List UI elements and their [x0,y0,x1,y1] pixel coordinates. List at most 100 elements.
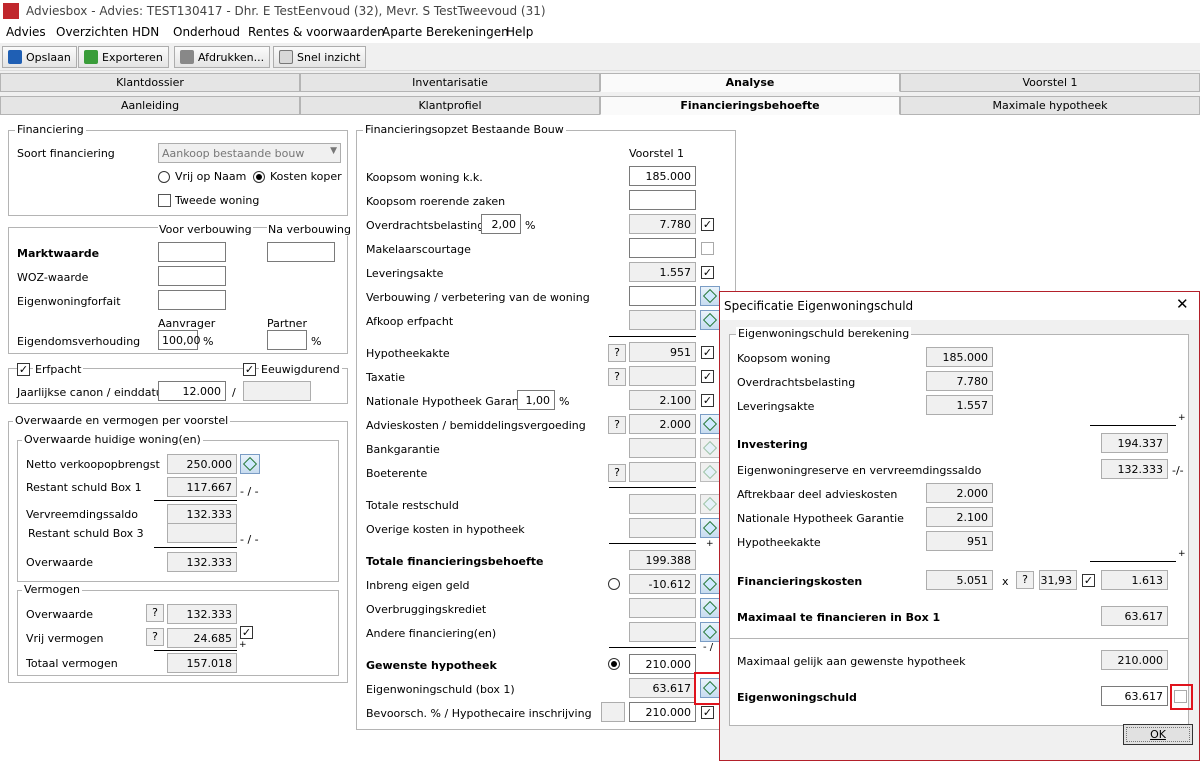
bankgarantie-value [629,438,696,458]
eigen-geld-radio[interactable] [608,578,620,590]
overdracht-checkbox[interactable]: ✓ [701,218,714,231]
fk-value: 5.051 [926,570,993,590]
overdracht-value: 7.780 [926,371,993,391]
vrij-op-naam-radio[interactable] [158,171,170,183]
nhg-pct-input[interactable]: 1,00 [517,390,555,410]
edit-netto-button[interactable] [240,454,260,474]
fk-checkbox[interactable]: ✓ [1082,574,1095,587]
edit-andere-financiering-button[interactable] [700,622,720,642]
help-button[interactable]: ? [608,368,626,386]
makelaar-input[interactable] [629,238,696,258]
leveringsakte-checkbox[interactable]: ✓ [701,266,714,279]
menu-rentes[interactable]: Rentes & voorwaarden [248,25,385,39]
tab-maximale-hypotheek[interactable]: Maximale hypotheek [900,96,1200,115]
menu-aparte-berekeningen[interactable]: Aparte Berekeningen [382,25,509,39]
save-button[interactable]: Opslaan [2,46,77,68]
eeuwigdurend-checkbox[interactable]: ✓ [243,363,256,376]
highlight-checkbox [1170,684,1193,710]
opzet-row-label: Overdrachtsbelasting [366,219,485,232]
edit-erfpacht-button[interactable] [700,310,720,330]
close-icon[interactable]: ✕ [1176,295,1189,313]
edit-boeterente-button[interactable] [700,462,720,482]
waarde-group: Voor verbouwing Na verbouwing Marktwaard… [8,223,352,354]
restant1-label: Restant schuld Box 1 [26,481,142,494]
menu-overzichten[interactable]: Overzichten [56,25,128,39]
divider [609,647,696,648]
opzet-row-label: Totale restschuld [366,499,459,512]
koopsom-woning-input[interactable]: 185.000 [629,166,696,186]
edit-verbouwing-button[interactable] [700,286,720,306]
edit-restschuld-button[interactable] [700,494,720,514]
vermogen-group: Vermogen Overwaarde ? 132.333 Vrij vermo… [17,583,339,676]
overdracht-pct-input[interactable]: 2,00 [481,214,521,234]
divider [154,500,237,501]
help-button[interactable]: ? [146,604,164,622]
tab-aanleiding[interactable]: Aanleiding [0,96,300,115]
ews-input[interactable]: 63.617 [1101,686,1168,706]
nhg-value: 2.100 [926,507,993,527]
makelaar-checkbox[interactable] [701,242,714,255]
inschrijving-checkbox[interactable]: ✓ [701,706,714,719]
pct-label: % [559,395,570,408]
gewenste-hypotheek-input[interactable]: 210.000 [629,654,696,674]
vervreemding-value: 132.333 [167,504,237,524]
minus-sign: - / - [240,485,259,498]
gewenste-hypotheek-radio[interactable] [608,658,620,670]
edit-icon [702,520,718,536]
taxatie-checkbox[interactable]: ✓ [701,370,714,383]
toolbar: Opslaan Exporteren Afdrukken... Snel inz… [0,43,1200,71]
hypothecaire-inschrijving-input[interactable]: 210.000 [629,702,696,722]
hypotheekakte-checkbox[interactable]: ✓ [701,346,714,359]
marktwaarde-voor-input[interactable] [158,242,226,262]
menu-onderhoud[interactable]: Onderhoud [173,25,240,39]
eigenwoningforfait-input[interactable] [158,290,226,310]
tab-klantdossier[interactable]: Klantdossier [0,73,300,92]
einddatum-input[interactable] [243,381,311,401]
menu-hdn[interactable]: HDN [132,25,159,39]
nhg-checkbox[interactable]: ✓ [701,394,714,407]
kosten-koper-radio[interactable] [253,171,265,183]
edit-advieskosten-button[interactable] [700,414,720,434]
koopsom-roerende-input[interactable] [629,190,696,210]
marktwaarde-na-input[interactable] [267,242,335,262]
tab-klantprofiel[interactable]: Klantprofiel [300,96,600,115]
vrij-vermogen-checkbox[interactable]: ✓ [240,626,253,639]
tab-inventarisatie[interactable]: Inventarisatie [300,73,600,92]
overwaarde-huidige-group: Overwaarde huidige woning(en) Netto verk… [17,433,339,582]
aanvrager-pct-input[interactable]: 100,00 [158,330,201,350]
divider [730,638,1188,639]
snel-inzicht-button[interactable]: Snel inzicht [273,46,367,68]
export-button[interactable]: Exporteren [78,46,169,68]
help-button[interactable]: ? [146,628,164,646]
erfpacht-label: Erfpacht [33,363,84,376]
help-button[interactable]: ? [608,344,626,362]
edit-icon [702,440,718,456]
tab-voorstel-1[interactable]: Voorstel 1 [900,73,1200,92]
menu-advies[interactable]: Advies [6,25,46,39]
help-button[interactable]: ? [608,416,626,434]
canon-input[interactable]: 12.000 [158,381,226,401]
edit-overige-kosten-button[interactable] [700,518,720,538]
soort-financiering-select[interactable]: Aankoop bestaande bouw ▼ [158,143,341,163]
partner-pct-input[interactable] [267,330,307,350]
nhg-label: Nationale Hypotheek Garantie [737,512,904,525]
woz-input[interactable] [158,266,226,286]
edit-overbrugging-button[interactable] [700,598,720,618]
verbouwing-input[interactable] [629,286,696,306]
ok-button[interactable]: OK [1123,724,1193,745]
investering-value: 194.337 [1101,433,1168,453]
help-button[interactable]: ? [1016,571,1034,589]
print-button[interactable]: Afdrukken... [174,46,271,68]
erfpacht-checkbox[interactable]: ✓ [17,363,30,376]
divider [1090,425,1176,426]
help-button[interactable]: ? [608,464,626,482]
dialog-title-bar: Specificatie Eigenwoningschuld ✕ [720,292,1199,320]
menu-help[interactable]: Help [506,25,533,39]
tab-financieringsbehoefte[interactable]: Financieringsbehoefte [600,96,900,115]
edit-bankgarantie-button[interactable] [700,438,720,458]
tab-analyse[interactable]: Analyse [600,73,900,92]
edit-eigen-geld-button[interactable] [700,574,720,594]
export-icon [84,50,98,64]
overbrugging-value [629,598,696,618]
tweede-woning-checkbox[interactable] [158,194,171,207]
